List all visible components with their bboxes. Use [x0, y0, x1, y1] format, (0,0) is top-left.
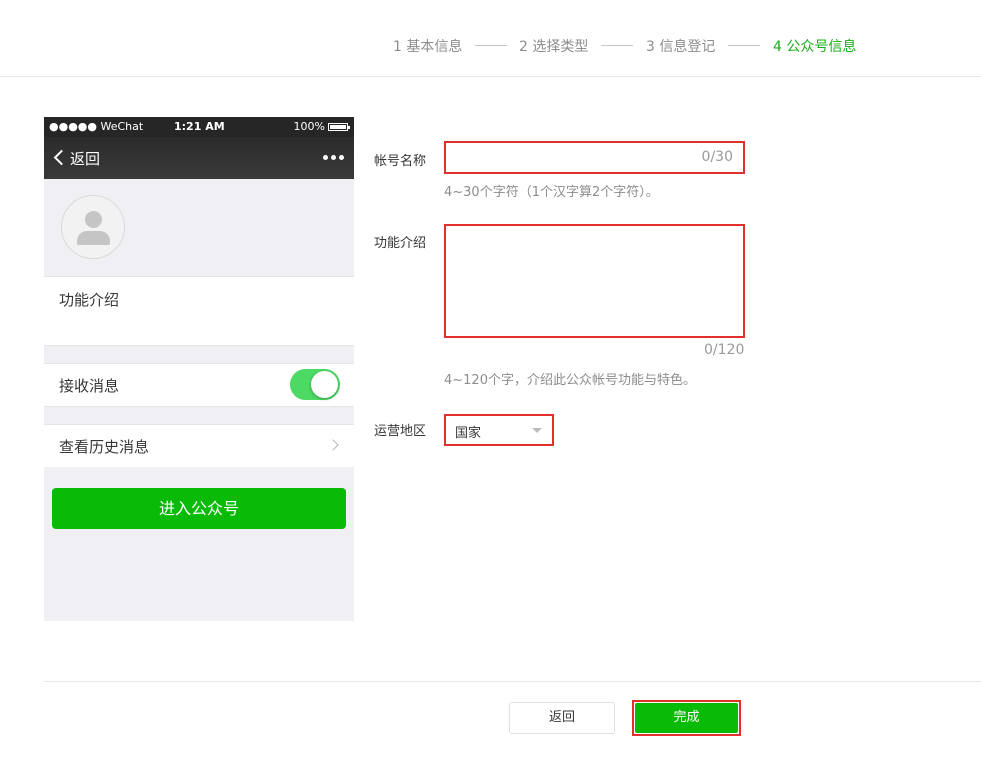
phone-preview: ●●●●● WeChat 1:21 AM 100% 返回 功能介绍 接收消息 查… — [44, 117, 354, 621]
intro-textarea[interactable] — [444, 224, 745, 338]
battery-status: 100% — [293, 120, 350, 133]
account-name-input[interactable]: 0/30 — [444, 141, 745, 174]
account-name-hint: 4~30个字符（1个汉字算2个字符）。 — [444, 185, 659, 200]
chevron-left-icon — [53, 149, 70, 166]
region-select[interactable]: 国家 — [444, 414, 554, 446]
receive-messages-cell: 接收消息 — [44, 364, 354, 406]
step-select-type: 2 选择类型 — [519, 39, 589, 55]
footer-divider — [44, 681, 981, 682]
back-button[interactable]: 返回 — [509, 702, 615, 734]
intro-counter: 0/120 — [704, 342, 745, 358]
step-progress: 1 基本信息 2 选择类型 3 信息登记 4 公众号信息 — [0, 0, 981, 77]
phone-navbar: 返回 — [44, 137, 354, 179]
phone-intro-cell: 功能介绍 — [44, 276, 354, 345]
account-name-label: 帐号名称 — [374, 154, 427, 169]
avatar-icon — [61, 195, 125, 259]
done-button-highlight: 完成 — [632, 700, 741, 736]
history-messages-label: 查看历史消息 — [59, 438, 150, 456]
region-value: 国家 — [455, 426, 482, 441]
region-label: 运营地区 — [374, 424, 427, 439]
intro-hint: 4~120个字，介绍此公众帐号功能与特色。 — [444, 373, 696, 388]
step-account-info: 4 公众号信息 — [773, 39, 857, 55]
chevron-right-icon — [327, 439, 339, 451]
receive-messages-toggle — [290, 369, 340, 400]
step-divider — [728, 45, 760, 46]
battery-percent: 100% — [293, 120, 325, 133]
enter-account-button: 进入公众号 — [52, 488, 346, 529]
account-name-counter: 0/30 — [701, 149, 733, 165]
battery-icon — [328, 123, 350, 131]
phone-intro-label: 功能介绍 — [59, 291, 120, 309]
step-divider — [601, 45, 633, 46]
step-info-register: 3 信息登记 — [646, 39, 716, 55]
intro-label: 功能介绍 — [374, 236, 427, 251]
carrier-text: ●●●●● WeChat — [49, 120, 144, 133]
cell-gap — [44, 406, 354, 425]
step-divider — [475, 45, 507, 46]
profile-section — [44, 179, 354, 276]
phone-back-label: 返回 — [70, 150, 101, 168]
chevron-down-icon — [532, 428, 542, 433]
cell-gap — [44, 345, 354, 364]
done-button[interactable]: 完成 — [635, 703, 738, 733]
phone-statusbar: ●●●●● WeChat 1:21 AM 100% — [44, 117, 354, 137]
status-time: 1:21 AM — [174, 120, 225, 133]
history-messages-cell: 查看历史消息 — [44, 425, 354, 467]
step-basic-info: 1 基本信息 — [393, 39, 463, 55]
receive-messages-label: 接收消息 — [59, 377, 120, 395]
more-icon — [323, 155, 344, 160]
